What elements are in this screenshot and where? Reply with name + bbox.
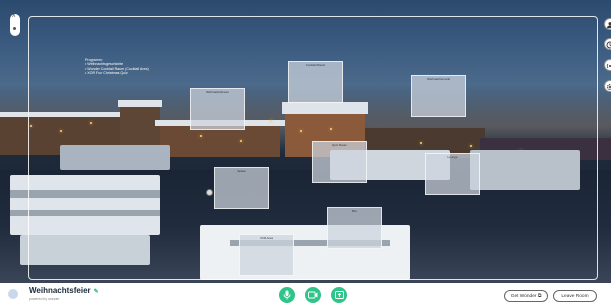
area-caption: Lounge	[426, 155, 479, 159]
gear-icon[interactable]	[604, 80, 611, 92]
screen-share-button[interactable]	[331, 287, 347, 303]
screen-share-icon	[335, 291, 344, 299]
room-logo	[8, 289, 18, 299]
get-wonder-button[interactable]: Get Wonder ⧉	[504, 290, 548, 302]
area-caption: Quiz Raum	[313, 143, 366, 147]
area-panel[interactable]: Spiele	[214, 167, 269, 209]
room-title: Weihnachtsfeier✎	[29, 286, 99, 295]
area-caption: Spiele	[215, 169, 268, 173]
area-panel[interactable]: Weihnachtsbaum	[190, 88, 245, 130]
external-link-icon: ⧉	[538, 294, 541, 299]
area-panel[interactable]: Chill Area	[239, 234, 294, 276]
area-caption: Chill Area	[240, 236, 293, 240]
leave-room-button[interactable]: Leave Room	[553, 290, 597, 302]
broadcast-icon[interactable]	[604, 59, 611, 71]
area-panel[interactable]: Quiz Raum	[312, 141, 367, 183]
area-panel[interactable]: Lounge	[425, 153, 480, 195]
area-panel[interactable]: Bar	[327, 207, 382, 249]
area-caption: Cocktail Raum	[289, 63, 342, 67]
user-avatar-bubble[interactable]	[206, 189, 213, 196]
powered-by: powered by wonder	[29, 297, 60, 301]
microphone-icon	[283, 290, 291, 300]
people-icon[interactable]	[604, 18, 611, 30]
clock-icon[interactable]	[604, 38, 611, 50]
room-canvas[interactable]: Programm: • Weihnachtsgeschichte • Wonde…	[0, 0, 611, 283]
zoom-handle[interactable]	[13, 27, 16, 30]
area-caption: Weihnachtsmarkt	[412, 77, 465, 81]
camera-icon	[308, 291, 318, 299]
chevron-up-icon[interactable]: ˄	[12, 14, 16, 20]
area-panel[interactable]: Cocktail Raum	[288, 61, 343, 103]
area-panel[interactable]: Weihnachtsmarkt	[411, 75, 466, 117]
area-caption: Bar	[328, 209, 381, 213]
edit-icon[interactable]: ✎	[94, 289, 99, 295]
agenda-item: • XOR Fun Christmas Quiz	[85, 71, 149, 75]
camera-button[interactable]	[305, 287, 321, 303]
area-caption: Weihnachtsbaum	[191, 90, 244, 94]
microphone-button[interactable]	[279, 287, 295, 303]
zoom-scrollbar[interactable]: ˄	[10, 14, 20, 36]
agenda-text: Programm: • Weihnachtsgeschichte • Wonde…	[85, 58, 149, 76]
